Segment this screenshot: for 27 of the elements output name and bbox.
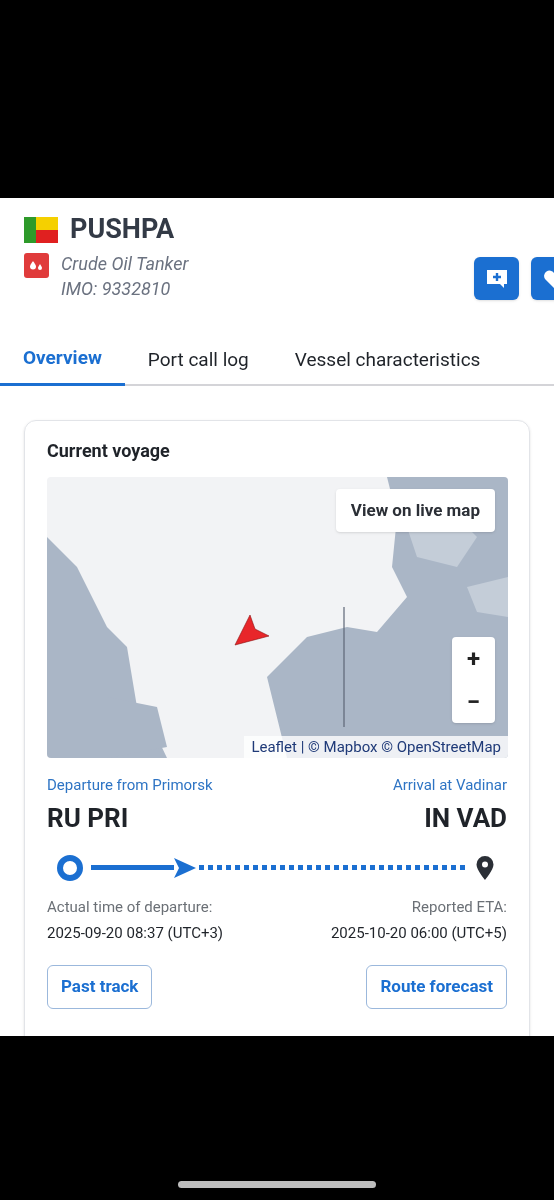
arrival-label: Arrival at Vadinar [392, 775, 507, 796]
route-forecast-button[interactable]: Route forecast [366, 964, 507, 1009]
tab[interactable]: Vessel characteristics [271, 334, 504, 386]
add-note-button[interactable] [474, 257, 519, 300]
zoom-in-button[interactable]: + [452, 637, 495, 680]
flag-icon [24, 216, 58, 243]
origin-marker-icon [57, 854, 83, 881]
tab[interactable]: Overview [0, 334, 125, 386]
departure-time: 2025-09-20 08:37 (UTC+3) [47, 923, 224, 944]
tab[interactable]: Port call log [124, 334, 272, 386]
departure-port-code: RU PRI [47, 801, 129, 835]
past-track-button[interactable]: Past track [47, 964, 153, 1009]
arrival-port-code: IN VAD [424, 801, 507, 835]
tanker-type-icon [24, 253, 49, 278]
imo-number: IMO: 9332810 [61, 277, 172, 301]
departure-label: Departure from Primorsk [47, 775, 213, 796]
comment-plus-icon [485, 268, 508, 289]
eta-label: Reported ETA: [411, 896, 507, 918]
map-attribution: Leaflet | © Mapbox © OpenStreetMap [244, 736, 508, 758]
vessel-name: PUSHPA [70, 216, 175, 243]
view-live-map-button[interactable]: View on live map [335, 489, 495, 532]
zoom-out-button[interactable]: − [452, 680, 495, 723]
vessel-type: Crude Oil Tanker [61, 252, 189, 276]
card-title: Current voyage [47, 439, 171, 463]
eta-time: 2025-10-20 06:00 (UTC+5) [330, 923, 507, 944]
departure-time-label: Actual time of departure: [47, 896, 213, 918]
destination-pin-icon [475, 854, 495, 881]
